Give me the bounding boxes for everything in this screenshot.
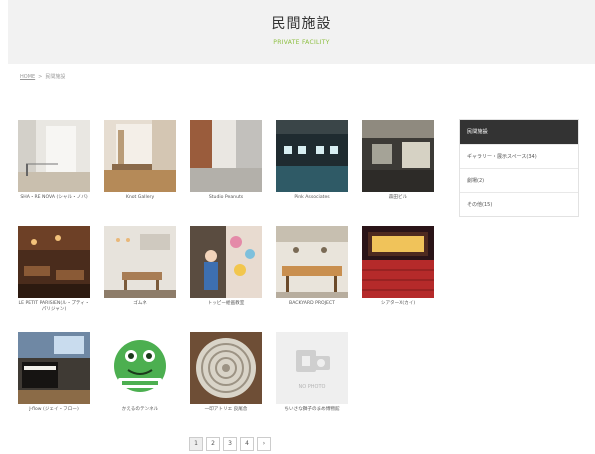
facility-name[interactable]: SHA・RE NOVA (シャル・ノバ): [18, 195, 90, 201]
facility-card[interactable]: トッピー絵画教室: [190, 226, 264, 307]
facility-name[interactable]: Pink Associates: [276, 195, 348, 201]
facility-name[interactable]: トッピー絵画教室: [190, 301, 262, 307]
facility-photo[interactable]: [362, 226, 434, 298]
sidebar-heading[interactable]: 民間施設: [460, 120, 578, 144]
breadcrumb: HOME > 民間施設: [20, 73, 65, 80]
facility-photo[interactable]: [190, 226, 262, 298]
facility-card[interactable]: 一印アトリエ 良尾舎: [190, 332, 264, 413]
page-title: 民間施設: [271, 16, 332, 32]
facility-photo[interactable]: [104, 226, 176, 298]
facility-grid: SHA・RE NOVA (シャル・ノバ) Knot Gallery Studio…: [18, 120, 438, 430]
facility-name[interactable]: ゴムネ: [104, 301, 176, 307]
no-photo-placeholder[interactable]: NO PHOTO: [276, 332, 348, 404]
sidebar-item-gallery[interactable]: ギャラリー・展示スペース(34): [460, 144, 578, 168]
category-sidebar: 民間施設 ギャラリー・展示スペース(34) 劇場(2) その他(15): [459, 119, 579, 217]
facility-name[interactable]: LE PETIT PARISIEN(ル・プティ・パリジャン): [18, 301, 90, 313]
breadcrumb-current: 民間施設: [45, 74, 66, 80]
facility-photo[interactable]: [276, 120, 348, 192]
facility-name[interactable]: かえるのテンネル: [104, 407, 176, 413]
facility-photo[interactable]: [190, 120, 262, 192]
page-button-1[interactable]: 1: [189, 437, 203, 451]
pagination: 1 2 3 4 ›: [189, 437, 271, 451]
facility-photo[interactable]: [362, 120, 434, 192]
facility-card[interactable]: SHA・RE NOVA (シャル・ノバ): [18, 120, 92, 201]
facility-name[interactable]: ちいさな獅子のまめ博物館: [276, 407, 348, 413]
facility-card[interactable]: Knot Gallery: [104, 120, 178, 201]
page-subtitle: PRIVATE FACILITY: [273, 39, 330, 46]
facility-card[interactable]: J-flow (ジェイ・フロー): [18, 332, 92, 413]
facility-card[interactable]: シアターX(カイ): [362, 226, 436, 307]
facility-photo[interactable]: [104, 120, 176, 192]
facility-photo[interactable]: [18, 120, 90, 192]
sidebar-item-theater[interactable]: 劇場(2): [460, 168, 578, 192]
facility-photo[interactable]: [18, 226, 90, 298]
facility-photo[interactable]: [276, 226, 348, 298]
facility-photo[interactable]: [190, 332, 262, 404]
facility-name[interactable]: Knot Gallery: [104, 195, 176, 201]
facility-card[interactable]: 森田ビル: [362, 120, 436, 201]
facility-name[interactable]: 森田ビル: [362, 195, 434, 201]
facility-photo[interactable]: [18, 332, 90, 404]
facility-card[interactable]: Pink Associates: [276, 120, 350, 201]
no-photo-text: NO PHOTO: [299, 384, 326, 390]
facility-photo[interactable]: [104, 332, 176, 404]
page-button-3[interactable]: 3: [223, 437, 237, 451]
page-button-2[interactable]: 2: [206, 437, 220, 451]
facility-card[interactable]: BACKYARD PROJECT: [276, 226, 350, 307]
breadcrumb-separator: >: [38, 74, 43, 80]
next-page-button[interactable]: ›: [257, 437, 271, 451]
facility-name[interactable]: 一印アトリエ 良尾舎: [190, 407, 262, 413]
facility-name[interactable]: シアターX(カイ): [362, 301, 434, 307]
facility-card[interactable]: NO PHOTO ちいさな獅子のまめ博物館: [276, 332, 350, 413]
page-header: 民間施設 PRIVATE FACILITY: [8, 0, 595, 64]
facility-name[interactable]: J-flow (ジェイ・フロー): [18, 407, 90, 413]
breadcrumb-home-link[interactable]: HOME: [20, 74, 35, 80]
facility-name[interactable]: Studio Peanuts: [190, 195, 262, 201]
facility-card[interactable]: かえるのテンネル: [104, 332, 178, 413]
facility-name[interactable]: BACKYARD PROJECT: [276, 301, 348, 307]
page-button-4[interactable]: 4: [240, 437, 254, 451]
facility-card[interactable]: ゴムネ: [104, 226, 178, 307]
sidebar-item-other[interactable]: その他(15): [460, 192, 578, 216]
facility-card[interactable]: LE PETIT PARISIEN(ル・プティ・パリジャン): [18, 226, 92, 313]
facility-card[interactable]: Studio Peanuts: [190, 120, 264, 201]
